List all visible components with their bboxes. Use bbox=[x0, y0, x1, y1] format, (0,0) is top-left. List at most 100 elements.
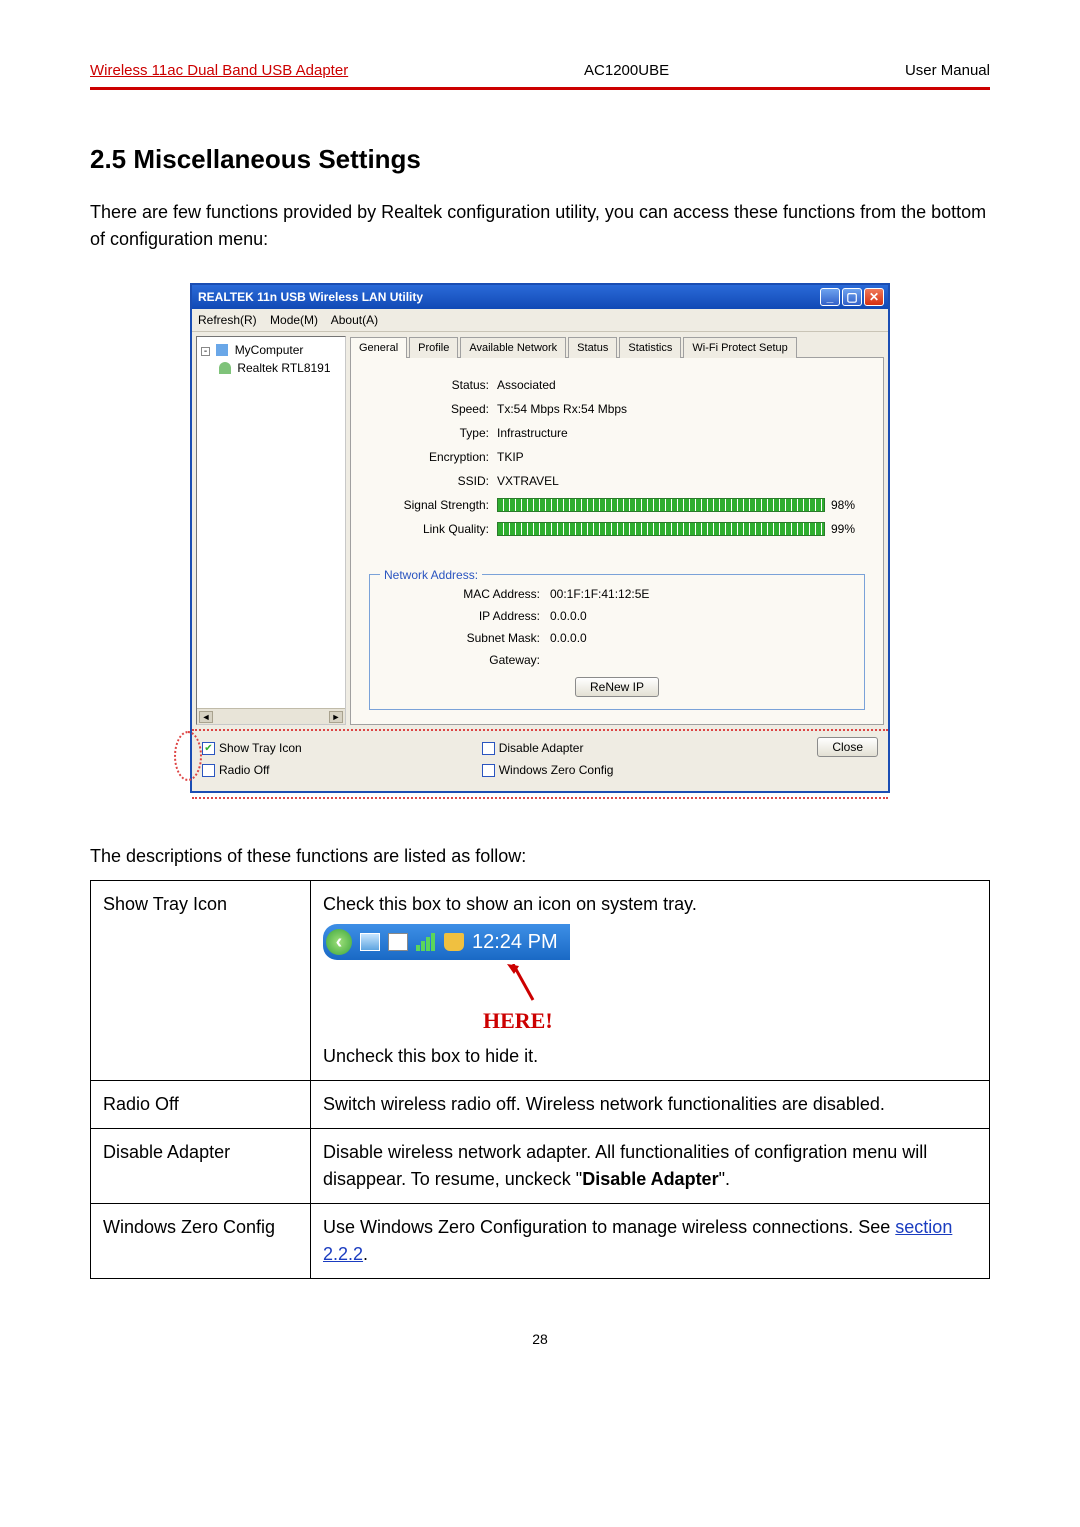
computer-icon bbox=[216, 344, 228, 356]
v-type: Infrastructure bbox=[497, 424, 568, 442]
menu-refresh[interactable]: Refresh(R) bbox=[198, 313, 257, 327]
intro-text: There are few functions provided by Real… bbox=[90, 199, 990, 253]
close-icon[interactable]: ✕ bbox=[864, 288, 884, 306]
netaddr-legend: Network Address: bbox=[380, 566, 482, 584]
doc-header-left: Wireless 11ac Dual Band USB Adapter bbox=[90, 60, 348, 83]
disable-adapter-label: Disable Adapter bbox=[499, 739, 584, 757]
collapse-icon[interactable]: - bbox=[201, 347, 210, 356]
tray-monitor-icon bbox=[360, 933, 380, 951]
link-bar bbox=[497, 522, 825, 536]
system-tray-graphic: ‹ 12:24 PM bbox=[323, 924, 570, 960]
show-tray-label: Show Tray Icon bbox=[219, 739, 302, 757]
scroll-left-icon[interactable]: ◄ bbox=[199, 711, 213, 723]
row3-val: Disable wireless network adapter. All fu… bbox=[311, 1129, 990, 1204]
k-mac: MAC Address: bbox=[380, 585, 540, 603]
scroll-right-icon[interactable]: ► bbox=[329, 711, 343, 723]
tab-network[interactable]: Available Network bbox=[460, 337, 566, 359]
maximize-icon[interactable]: ▢ bbox=[842, 288, 862, 306]
tab-statistics[interactable]: Statistics bbox=[619, 337, 681, 359]
link-pct: 99% bbox=[831, 520, 865, 538]
tab-strip: General Profile Available Network Status… bbox=[350, 336, 884, 358]
tab-profile[interactable]: Profile bbox=[409, 337, 458, 359]
v-enc: TKIP bbox=[497, 448, 524, 466]
tree-adapter-label: Realtek RTL8191 bbox=[237, 361, 330, 375]
tray-app-icon bbox=[388, 933, 408, 951]
row2-key: Radio Off bbox=[91, 1081, 311, 1129]
row1-key: Show Tray Icon bbox=[91, 881, 311, 1081]
arrow-icon bbox=[483, 964, 543, 1004]
k-signal: Signal Strength: bbox=[369, 496, 489, 514]
tree-adapter[interactable]: Realtek RTL8191 bbox=[201, 359, 341, 377]
row2-val: Switch wireless radio off. Wireless netw… bbox=[311, 1081, 990, 1129]
row4-key: Windows Zero Config bbox=[91, 1204, 311, 1279]
utility-window: REALTEK 11n USB Wireless LAN Utility _ ▢… bbox=[190, 283, 890, 794]
description-table: Show Tray Icon Check this box to show an… bbox=[90, 880, 990, 1279]
renew-ip-button[interactable]: ReNew IP bbox=[575, 677, 659, 697]
k-enc: Encryption: bbox=[369, 448, 489, 466]
adapter-icon bbox=[219, 362, 231, 374]
section-title: 2.5 Miscellaneous Settings bbox=[90, 140, 990, 179]
menu-about[interactable]: About(A) bbox=[331, 313, 378, 327]
callout-underline bbox=[192, 797, 888, 799]
v-mask: 0.0.0.0 bbox=[550, 629, 587, 647]
row3-key: Disable Adapter bbox=[91, 1129, 311, 1204]
menubar: Refresh(R) Mode(M) About(A) bbox=[192, 309, 888, 332]
v-ip: 0.0.0.0 bbox=[550, 607, 587, 625]
k-type: Type: bbox=[369, 424, 489, 442]
wzc-checkbox[interactable] bbox=[482, 764, 495, 777]
tray-time: 12:24 PM bbox=[472, 927, 558, 957]
k-ip: IP Address: bbox=[380, 607, 540, 625]
window-title: REALTEK 11n USB Wireless LAN Utility bbox=[198, 288, 423, 306]
row1-text-b: Uncheck this box to hide it. bbox=[323, 1043, 977, 1070]
v-status: Associated bbox=[497, 376, 556, 394]
radio-off-checkbox[interactable] bbox=[202, 764, 215, 777]
k-status: Status: bbox=[369, 376, 489, 394]
row4-a: Use Windows Zero Configuration to manage… bbox=[323, 1217, 895, 1237]
k-link: Link Quality: bbox=[369, 520, 489, 538]
k-ssid: SSID: bbox=[369, 472, 489, 490]
show-tray-checkbox[interactable]: ✔ bbox=[202, 742, 215, 755]
row4-val: Use Windows Zero Configuration to manage… bbox=[311, 1204, 990, 1279]
row1-val: Check this box to show an icon on system… bbox=[311, 881, 990, 1081]
tray-signal-icon bbox=[416, 933, 436, 951]
tray-shield-icon bbox=[444, 933, 464, 951]
doc-header-right: User Manual bbox=[905, 60, 990, 83]
signal-bar bbox=[497, 498, 825, 512]
k-mask: Subnet Mask: bbox=[380, 629, 540, 647]
close-button[interactable]: Close bbox=[817, 737, 878, 757]
row3-c: ". bbox=[719, 1169, 730, 1189]
tree-root[interactable]: - MyComputer bbox=[201, 341, 341, 359]
wzc-label: Windows Zero Config bbox=[499, 761, 614, 779]
row3-b: Disable Adapter bbox=[582, 1169, 718, 1189]
titlebar: REALTEK 11n USB Wireless LAN Utility _ ▢… bbox=[192, 285, 888, 309]
k-speed: Speed: bbox=[369, 400, 489, 418]
network-address-group: Network Address: MAC Address:00:1F:1F:41… bbox=[369, 574, 865, 710]
v-ssid: VXTRAVEL bbox=[497, 472, 559, 490]
doc-header-mid: AC1200UBE bbox=[584, 60, 669, 83]
tab-status[interactable]: Status bbox=[568, 337, 617, 359]
radio-off-label: Radio Off bbox=[219, 761, 269, 779]
k-gw: Gateway: bbox=[380, 651, 540, 669]
here-callout: HERE! bbox=[483, 964, 977, 1037]
doc-header: Wireless 11ac Dual Band USB Adapter AC12… bbox=[90, 60, 990, 83]
callout-ring bbox=[174, 731, 202, 781]
tree-root-label: MyComputer bbox=[235, 343, 304, 357]
tab-body: Status: Associated Speed: Tx:54 Mbps Rx:54… bbox=[350, 357, 884, 725]
row1-text-a: Check this box to show an icon on system… bbox=[323, 891, 977, 918]
dialog-footer: ✔ Show Tray Icon Radio Off Disable Adapte… bbox=[192, 729, 888, 791]
tree-scrollbar[interactable]: ◄ ► bbox=[197, 708, 345, 724]
desc-intro: The descriptions of these functions are … bbox=[90, 843, 990, 870]
v-speed: Tx:54 Mbps Rx:54 Mbps bbox=[497, 400, 627, 418]
disable-adapter-checkbox[interactable] bbox=[482, 742, 495, 755]
header-rule bbox=[90, 87, 990, 90]
page-number: 28 bbox=[90, 1329, 990, 1350]
minimize-icon[interactable]: _ bbox=[820, 288, 840, 306]
tray-arrow-icon: ‹ bbox=[326, 929, 352, 955]
v-mac: 00:1F:1F:41:12:5E bbox=[550, 585, 649, 603]
signal-pct: 98% bbox=[831, 496, 865, 514]
tab-general[interactable]: General bbox=[350, 337, 407, 359]
row4-b: . bbox=[363, 1244, 368, 1264]
tab-wps[interactable]: Wi-Fi Protect Setup bbox=[683, 337, 796, 359]
tree-pane: - MyComputer Realtek RTL8191 ◄ ► bbox=[196, 336, 346, 726]
menu-mode[interactable]: Mode(M) bbox=[270, 313, 318, 327]
